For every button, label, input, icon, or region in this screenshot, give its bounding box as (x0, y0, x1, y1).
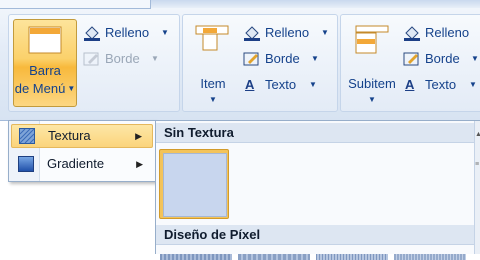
gradient-icon (18, 156, 34, 172)
fill-dropdown-menu: Textura ▶ Gradiente ▶ (8, 120, 156, 182)
menu-bar-group: Barra de Menú ▼ Relleno ▼ Borde ▼ (8, 14, 180, 112)
item-border-label: Borde (265, 51, 300, 66)
chevron-down-icon: ▼ (321, 28, 329, 37)
texture-icon (19, 128, 35, 144)
paint-bucket-icon (84, 26, 100, 41)
menu-item-gradient-label: Gradiente (47, 156, 105, 171)
scroll-up-icon[interactable]: ▲ (475, 131, 480, 138)
ribbon: Barra de Menú ▼ Relleno ▼ Borde ▼ Item ▼… (0, 0, 480, 121)
submenu-arrow-icon: ▶ (136, 159, 143, 169)
menu-item-gradient[interactable]: Gradiente ▶ (11, 152, 153, 176)
font-color-icon: A (405, 77, 415, 92)
chevron-down-icon: ▼ (151, 54, 159, 63)
texture-gallery: Sin Textura Diseño de Píxel ▲ ≡ (155, 120, 480, 260)
item-text-label: Texto (265, 77, 297, 92)
subitem-fill-label: Relleno (425, 25, 470, 40)
no-texture-swatch-fill (163, 153, 227, 217)
menu-bar-button-label-2: de Menú ▼ (14, 80, 76, 98)
subitem-border-label: Borde (425, 51, 460, 66)
menu-item-texture-label: Textura (48, 128, 91, 143)
chevron-down-icon: ▼ (309, 80, 317, 89)
menu-bar-button-label-text: de Menú (14, 81, 66, 96)
chevron-down-icon: ▼ (209, 95, 217, 104)
no-texture-swatch[interactable] (159, 149, 229, 219)
subitem-button[interactable]: Subitem ▼ (345, 19, 399, 105)
paint-bucket-icon (244, 26, 260, 41)
menu-item-texture[interactable]: Textura ▶ (11, 124, 153, 148)
item-group: Item ▼ Relleno ▼ Borde ▼ A Texto ▼ (182, 14, 338, 112)
submenu-arrow-icon: ▶ (135, 131, 142, 141)
ribbon-active-tab[interactable] (0, 0, 151, 9)
menu-bar-button[interactable]: Barra de Menú ▼ (13, 19, 77, 107)
item-button[interactable]: Item ▼ (187, 19, 239, 105)
gallery-section-pixel-design: Diseño de Píxel (156, 225, 474, 245)
pixel-swatch-1[interactable] (160, 254, 232, 260)
pencil-border-icon (243, 52, 259, 66)
ribbon-tab-strip (0, 0, 480, 9)
item-fill-label: Relleno (265, 25, 310, 40)
menu-bar-icon (28, 26, 62, 54)
bar-fill-label: Relleno (105, 25, 150, 40)
pixel-swatch-2[interactable] (238, 254, 310, 260)
item-icon (195, 25, 229, 51)
chevron-down-icon: ▼ (311, 54, 319, 63)
subitem-text-label: Texto (425, 77, 457, 92)
paint-bucket-icon (404, 26, 420, 41)
pencil-border-icon (403, 52, 419, 66)
gallery-section-no-texture: Sin Textura (156, 123, 474, 143)
chevron-down-icon: ▼ (67, 84, 76, 93)
subitem-group: Subitem ▼ Relleno Borde ▼ A Texto ▼ (340, 14, 480, 112)
gallery-scrollbar[interactable] (474, 121, 480, 254)
font-color-icon: A (245, 77, 255, 92)
chevron-down-icon: ▼ (368, 95, 376, 104)
pixel-swatch-3[interactable] (316, 254, 388, 260)
pixel-swatch-4[interactable] (394, 254, 466, 260)
bar-border-label: Borde (105, 51, 140, 66)
scroll-grip-icon[interactable]: ≡ (475, 161, 479, 168)
menu-bar-button-label-1: Barra (29, 63, 61, 78)
chevron-down-icon: ▼ (471, 54, 479, 63)
chevron-down-icon: ▼ (469, 80, 477, 89)
chevron-down-icon: ▼ (161, 28, 169, 37)
subitem-icon (355, 25, 389, 54)
pencil-border-icon (83, 52, 99, 66)
